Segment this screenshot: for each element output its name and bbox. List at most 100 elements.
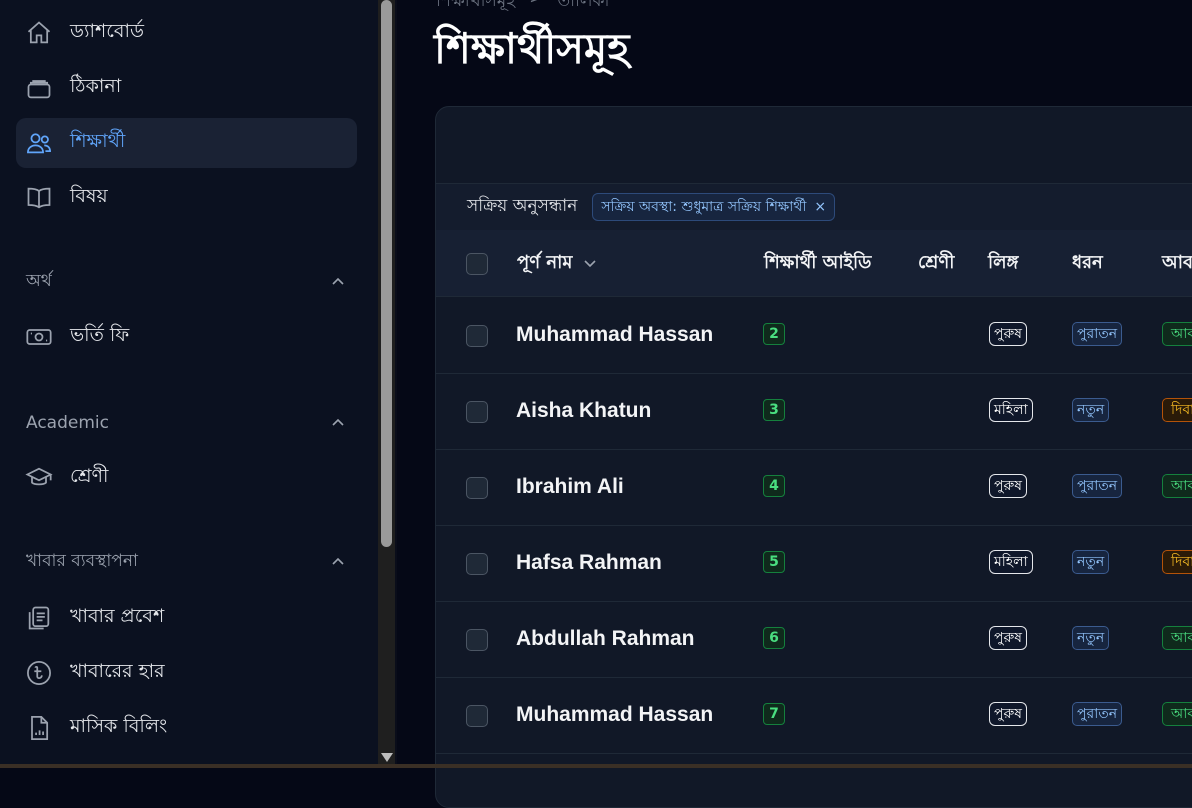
- type-badge: নতুন: [1072, 550, 1110, 574]
- table-row[interactable]: Ibrahim Ali 4 পুরুষ পুরাতন আবাসিক: [436, 449, 1192, 526]
- chevron-down-icon: [584, 260, 596, 268]
- sidebar-group-label: খাবার ব্যবস্থাপনা: [26, 551, 138, 571]
- sidebar-group-label: অর্থ: [26, 271, 52, 291]
- column-header-full-name[interactable]: পূর্ণ নাম: [517, 230, 598, 296]
- residence-badge: দিবা: [1162, 398, 1192, 422]
- student-name[interactable]: Hafsa Rahman: [516, 525, 662, 601]
- residence-badge: আবাসিক: [1162, 702, 1192, 726]
- residence-badge: আবাসিক: [1162, 626, 1192, 650]
- page-title: শিক্ষার্থীসমূহ: [434, 24, 630, 73]
- student-id-badge: 5: [763, 551, 785, 573]
- sidebar-item-label: শ্রেণী: [70, 465, 109, 487]
- column-header-residence[interactable]: আবাসিক: [1162, 230, 1192, 296]
- type-badge: পুরাতন: [1072, 474, 1123, 498]
- sidebar-item-label: খাবারের হার: [70, 660, 165, 682]
- gender-badge: পুরুষ: [989, 322, 1027, 346]
- filter-chip: সক্রিয় অবস্থা: শুধুমাত্র সক্রিয় শিক্ষা…: [592, 193, 836, 221]
- sidebar-item-admission-fee[interactable]: ভর্তি ফি: [16, 312, 357, 362]
- sidebar-scrollbar[interactable]: [378, 0, 395, 768]
- chevron-up-icon: [332, 557, 344, 565]
- stack-icon: [24, 73, 54, 103]
- row-checkbox[interactable]: [466, 629, 488, 651]
- graduation-cap-icon: [24, 463, 54, 493]
- remove-filter-icon[interactable]: ×: [814, 199, 826, 215]
- table-row[interactable]: Aisha Khatun 3 মহিলা নতুন দিবা: [436, 373, 1192, 450]
- active-filters-bar: সক্রিয় অনুসন্ধান সক্রিয় অবস্থা: শুধুমা…: [436, 183, 1192, 231]
- filter-chip-label: সক্রিয় অবস্থা: শুধুমাত্র সক্রিয় শিক্ষা…: [601, 199, 807, 215]
- row-checkbox[interactable]: [466, 401, 488, 423]
- student-name[interactable]: Abdullah Rahman: [516, 601, 695, 677]
- taskbar-strip: [0, 764, 1192, 768]
- sidebar-item-label: ভর্তি ফি: [70, 324, 130, 346]
- row-checkbox[interactable]: [466, 325, 488, 347]
- sidebar-item-label: ড্যাশবোর্ড: [70, 20, 144, 42]
- row-checkbox[interactable]: [466, 705, 488, 727]
- gender-badge: মহিলা: [989, 398, 1033, 422]
- sidebar-item-class[interactable]: শ্রেণী: [16, 453, 357, 503]
- sidebar-group-academic[interactable]: Academic: [26, 408, 346, 438]
- residence-badge: দিবা: [1162, 550, 1192, 574]
- table-header: পূর্ণ নাম শিক্ষার্থী আইডি শ্রেণী লিঙ্গ ধ…: [436, 230, 1192, 297]
- row-checkbox[interactable]: [466, 477, 488, 499]
- student-id-badge: 7: [763, 703, 785, 725]
- sidebar: ড্যাশবোর্ড ঠিকানা শিক্ষার্থী বিষয় অর্থ …: [0, 0, 378, 768]
- sidebar-item-label: মাসিক বিলিং: [70, 715, 168, 737]
- document-chart-icon: [24, 713, 54, 743]
- sidebar-item-students[interactable]: শিক্ষার্থী: [16, 118, 357, 168]
- sidebar-group-finance[interactable]: অর্থ: [26, 267, 346, 297]
- column-header-type[interactable]: ধরন: [1072, 230, 1103, 296]
- table-row[interactable]: Muhammad Hassan 7 পুরুষ পুরাতন আবাসিক: [436, 677, 1192, 754]
- sidebar-item-dashboard[interactable]: ড্যাশবোর্ড: [16, 8, 357, 58]
- sidebar-item-subjects[interactable]: বিষয়: [16, 173, 357, 223]
- select-all-checkbox[interactable]: [466, 253, 488, 275]
- student-name[interactable]: Ibrahim Ali: [516, 449, 624, 525]
- column-header-label: পূর্ণ নাম: [517, 251, 573, 273]
- sidebar-item-food-rate[interactable]: খাবারের হার: [16, 648, 357, 698]
- active-filters-label: সক্রিয় অনুসন্ধান: [467, 196, 578, 216]
- taka-icon: [24, 658, 54, 688]
- table-row[interactable]: Muhammad Hassan 2 পুরুষ পুরাতন আবাসিক: [436, 297, 1192, 374]
- student-id-badge: 4: [763, 475, 785, 497]
- sidebar-item-monthly-billing[interactable]: মাসিক বিলিং: [16, 703, 357, 753]
- column-header-class[interactable]: শ্রেণী: [918, 230, 954, 296]
- table-row[interactable]: Hafsa Rahman 5 মহিলা নতুন দিবা: [436, 525, 1192, 602]
- banknote-icon: [24, 322, 54, 352]
- gender-badge: পুরুষ: [989, 626, 1027, 650]
- breadcrumb-separator-icon: >: [529, 0, 543, 16]
- gender-badge: মহিলা: [989, 550, 1033, 574]
- sidebar-item-address[interactable]: ঠিকানা: [16, 63, 357, 113]
- breadcrumb: শিক্ষার্থীসমূহ > তালিকা: [436, 0, 609, 16]
- student-name[interactable]: Muhammad Hassan: [516, 677, 713, 753]
- breadcrumb-item: তালিকা: [557, 0, 610, 11]
- column-header-student-id[interactable]: শিক্ষার্থী আইডি: [764, 230, 871, 296]
- sidebar-group-food-management[interactable]: খাবার ব্যবস্থাপনা: [26, 547, 346, 577]
- student-name[interactable]: Muhammad Hassan: [516, 297, 713, 373]
- row-checkbox[interactable]: [466, 553, 488, 575]
- chevron-up-icon: [332, 418, 344, 426]
- residence-badge: আবাসিক: [1162, 322, 1192, 346]
- table-row[interactable]: Abdullah Rahman 6 পুরুষ নতুন আবাসিক: [436, 601, 1192, 678]
- type-badge: নতুন: [1072, 626, 1110, 650]
- sidebar-item-label: খাবার প্রবেশ: [70, 605, 165, 627]
- column-header-gender[interactable]: লিঙ্গ: [988, 230, 1019, 296]
- clipboard-list-icon: [24, 603, 54, 633]
- scrollbar-thumb[interactable]: [381, 0, 392, 547]
- book-icon: [24, 183, 54, 213]
- student-name[interactable]: Aisha Khatun: [516, 373, 651, 449]
- chevron-up-icon: [332, 277, 344, 285]
- students-table-panel: সক্রিয় অনুসন্ধান সক্রিয় অবস্থা: শুধুমা…: [435, 106, 1192, 808]
- gender-badge: পুরুষ: [989, 474, 1027, 498]
- sidebar-item-label: বিষয়: [70, 185, 108, 207]
- scroll-down-arrow-icon[interactable]: [381, 753, 393, 762]
- home-icon: [24, 18, 54, 48]
- sidebar-item-label: ঠিকানা: [70, 75, 122, 97]
- breadcrumb-item[interactable]: শিক্ষার্থীসমূহ: [436, 0, 515, 16]
- sidebar-item-food-entry[interactable]: খাবার প্রবেশ: [16, 593, 357, 643]
- type-badge: পুরাতন: [1072, 702, 1123, 726]
- student-id-badge: 2: [763, 323, 785, 345]
- sidebar-item-label: শিক্ষার্থী: [70, 130, 126, 152]
- gender-badge: পুরুষ: [989, 702, 1027, 726]
- type-badge: পুরাতন: [1072, 322, 1123, 346]
- users-icon: [24, 128, 54, 158]
- student-id-badge: 6: [763, 627, 785, 649]
